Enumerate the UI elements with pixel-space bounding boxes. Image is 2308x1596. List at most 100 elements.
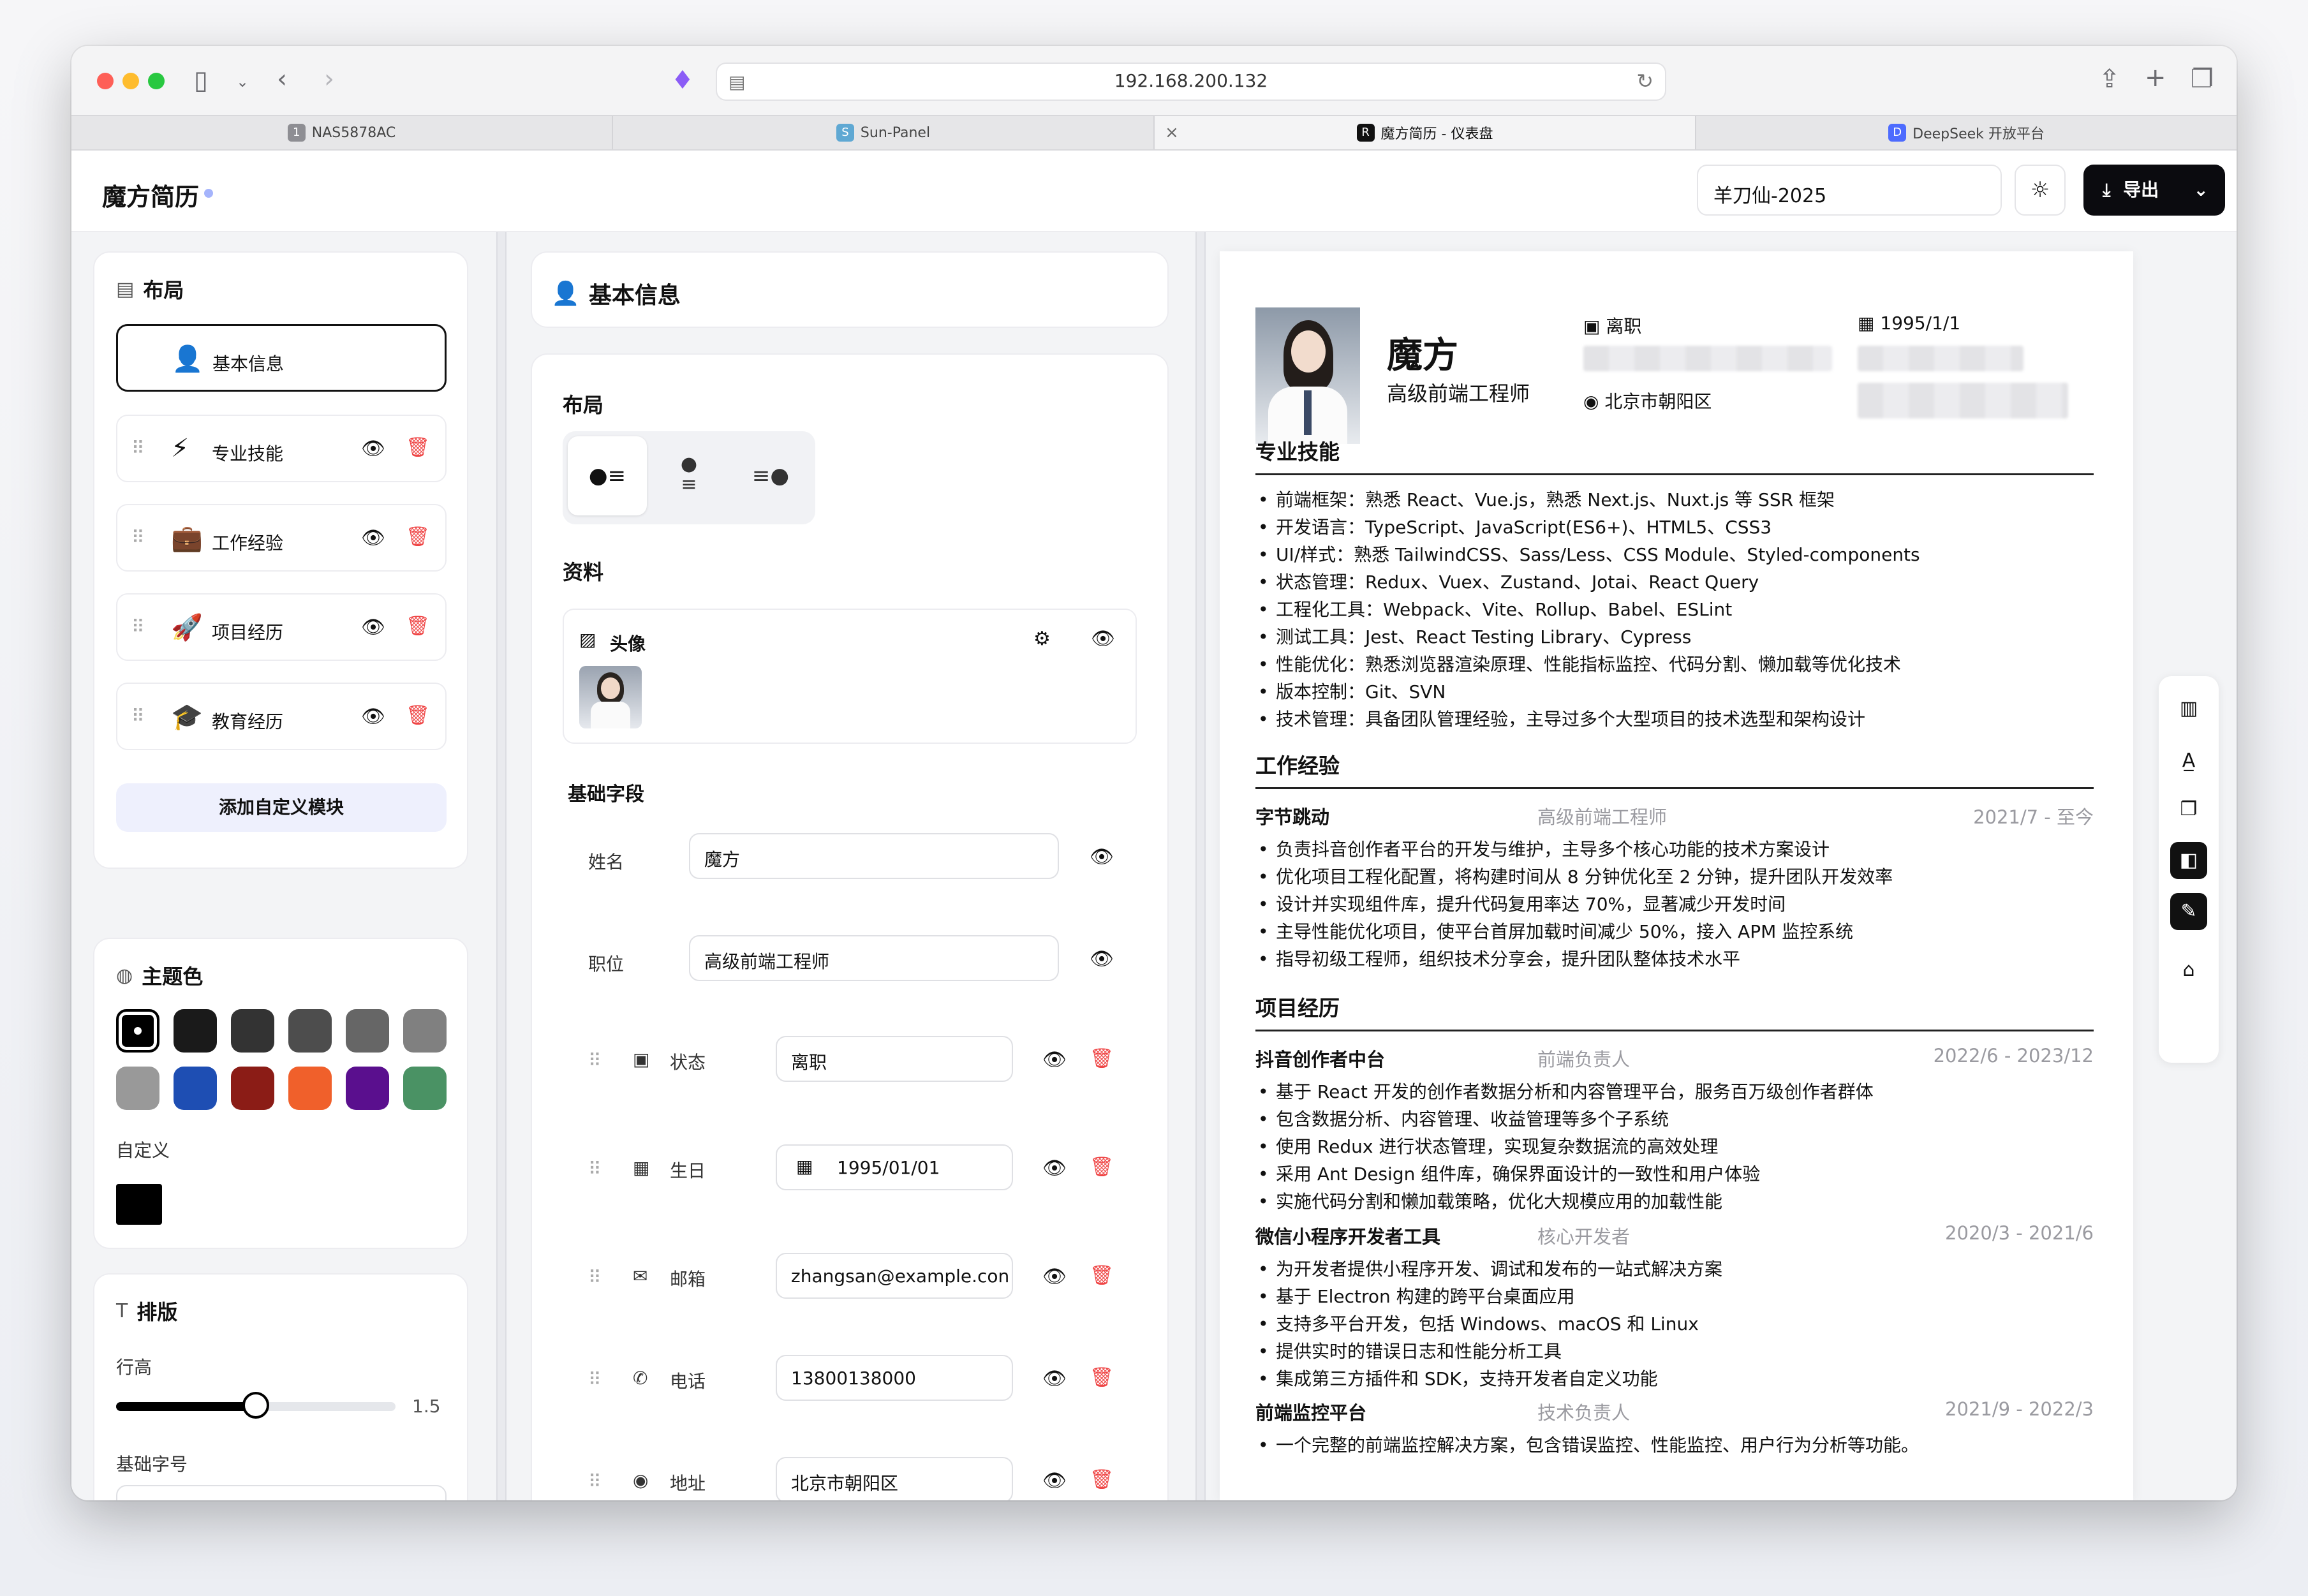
color-swatch[interactable] bbox=[174, 1067, 217, 1110]
tab-overview-icon[interactable]: ❐ bbox=[2191, 66, 2214, 92]
new-tab-icon[interactable]: + bbox=[2145, 65, 2166, 91]
field-input[interactable]: zhangsan@example.con bbox=[776, 1253, 1013, 1299]
project-role: 前端负责人 bbox=[1537, 1049, 1631, 1070]
trash-icon[interactable]: 🗑 bbox=[1090, 1366, 1114, 1389]
color-swatch[interactable] bbox=[116, 1067, 159, 1110]
layout-item-projects[interactable]: ⠿ 🚀 项目经历 👁 🗑 bbox=[116, 593, 447, 661]
eye-icon[interactable]: 👁 bbox=[1042, 1266, 1067, 1288]
avatar-thumbnail[interactable] bbox=[579, 666, 642, 728]
color-swatch[interactable] bbox=[346, 1067, 389, 1110]
export-button[interactable]: ⤓ 导出 ⌄ bbox=[2083, 165, 2225, 216]
sidebar-toggle-icon[interactable]: ▯ bbox=[194, 68, 208, 93]
font-size-select[interactable]: 16px ⌄ bbox=[116, 1485, 447, 1500]
eye-icon[interactable]: 👁 bbox=[361, 527, 385, 549]
field-input[interactable]: 离职 bbox=[776, 1036, 1013, 1082]
panel-resizer-right[interactable] bbox=[1195, 232, 1206, 1500]
reload-icon[interactable]: ↻ bbox=[1636, 69, 1653, 93]
drag-handle-icon[interactable]: ⠿ bbox=[588, 1050, 602, 1071]
toggle-panel-icon[interactable]: ◧ bbox=[2170, 842, 2207, 879]
trash-icon[interactable]: 🗑 bbox=[1090, 1047, 1114, 1070]
layout-item-basic-info[interactable]: 👤 基本信息 bbox=[116, 324, 447, 392]
eye-icon[interactable]: 👁 bbox=[361, 438, 385, 460]
eye-icon[interactable]: 👁 bbox=[1091, 628, 1115, 650]
theme-toggle-button[interactable]: ☼ bbox=[2015, 165, 2066, 216]
layout-item-skills[interactable]: ⠿ ⚡ 专业技能 👁 🗑 bbox=[116, 415, 447, 482]
eye-icon[interactable]: 👁 bbox=[1042, 1470, 1067, 1492]
eye-icon[interactable]: 👁 bbox=[1090, 846, 1114, 868]
drag-handle-icon[interactable]: ⠿ bbox=[588, 1471, 602, 1492]
eye-icon[interactable]: 👁 bbox=[361, 616, 385, 639]
home-icon[interactable]: ⌂ bbox=[2170, 952, 2207, 989]
typography-title: 排版 bbox=[137, 1300, 178, 1324]
drag-handle-icon[interactable]: ⠿ bbox=[588, 1158, 602, 1179]
resume-location-text: 北京市朝阳区 bbox=[1604, 391, 1712, 412]
chevron-down-icon[interactable]: ⌄ bbox=[236, 69, 249, 94]
slider-thumb[interactable] bbox=[242, 1392, 269, 1419]
app-title[interactable]: 魔方简历 bbox=[102, 177, 199, 212]
add-custom-module-button[interactable]: 添加自定义模块 bbox=[116, 783, 447, 832]
zoom-window-button[interactable] bbox=[148, 73, 165, 89]
custom-color-picker[interactable] bbox=[116, 1184, 162, 1225]
field-input[interactable]: 北京市朝阳区 bbox=[776, 1457, 1013, 1500]
calendar-icon: ▦ bbox=[796, 1156, 813, 1177]
tab-deepseek[interactable]: D DeepSeek 开放平台 bbox=[1696, 116, 2237, 149]
share-icon[interactable]: ⇪ bbox=[2099, 66, 2120, 92]
layout-item-education[interactable]: ⠿ 🎓 教育经历 👁 🗑 bbox=[116, 683, 447, 750]
layout-option-left[interactable]: ●≡ bbox=[568, 436, 647, 515]
color-swatch[interactable] bbox=[403, 1067, 447, 1110]
color-swatch[interactable] bbox=[174, 1009, 217, 1053]
layout-item-work[interactable]: ⠿ 💼 工作经验 👁 🗑 bbox=[116, 504, 447, 572]
tab-nas[interactable]: 1 NAS5878AC bbox=[71, 116, 613, 149]
close-window-button[interactable] bbox=[97, 73, 114, 89]
settings-sliders-icon[interactable]: ⚙ bbox=[1033, 628, 1051, 650]
trash-icon[interactable]: 🗑 bbox=[406, 526, 430, 548]
forward-icon[interactable]: › bbox=[324, 66, 334, 92]
export-label: 导出 bbox=[2123, 179, 2159, 200]
field-input[interactable]: 13800138000 bbox=[776, 1355, 1013, 1401]
address-bar[interactable]: ▤ 192.168.200.132 ↻ bbox=[717, 64, 1665, 100]
eye-icon[interactable]: 👁 bbox=[1042, 1157, 1067, 1179]
color-swatch[interactable] bbox=[231, 1009, 274, 1053]
drag-handle-icon[interactable]: ⠿ bbox=[588, 1369, 602, 1390]
trash-icon[interactable]: 🗑 bbox=[406, 704, 430, 727]
layout-option-center[interactable]: ● ≡ bbox=[649, 436, 729, 515]
color-swatch[interactable] bbox=[346, 1009, 389, 1053]
color-swatch[interactable] bbox=[231, 1067, 274, 1110]
font-icon[interactable]: A̲ bbox=[2170, 743, 2207, 780]
back-icon[interactable]: ‹ bbox=[277, 66, 287, 92]
layout-option-right[interactable]: ≡● bbox=[731, 436, 810, 515]
color-swatch[interactable] bbox=[403, 1009, 447, 1053]
project-list: 一个完整的前端监控解决方案，包含错误监控、性能监控、用户行为分析等功能。 bbox=[1255, 1431, 2094, 1459]
layout-subtitle: 布局 bbox=[563, 393, 604, 417]
eye-icon[interactable]: 👁 bbox=[361, 706, 385, 728]
minimize-window-button[interactable] bbox=[122, 73, 139, 89]
trash-icon[interactable]: 🗑 bbox=[406, 615, 430, 637]
color-swatch[interactable] bbox=[288, 1009, 332, 1053]
tab-resume-dashboard[interactable]: × R 魔方简历 - 仪表盘 bbox=[1155, 116, 1696, 149]
drag-handle-icon[interactable]: ⠿ bbox=[131, 616, 144, 637]
eye-icon[interactable]: 👁 bbox=[1042, 1049, 1067, 1071]
close-tab-icon[interactable]: × bbox=[1165, 123, 1179, 142]
trash-icon[interactable]: 🗑 bbox=[1090, 1264, 1114, 1287]
extension-icon[interactable]: ♦ bbox=[671, 68, 694, 93]
drag-handle-icon[interactable]: ⠿ bbox=[588, 1267, 602, 1288]
color-swatch[interactable] bbox=[116, 1009, 159, 1053]
color-swatch[interactable] bbox=[288, 1067, 332, 1110]
panel-resizer[interactable] bbox=[496, 232, 507, 1500]
eye-icon[interactable]: 👁 bbox=[1090, 948, 1114, 970]
layout-panel-icon[interactable]: ▥ bbox=[2170, 690, 2207, 727]
name-input[interactable]: 魔方 bbox=[689, 833, 1059, 879]
drag-handle-icon[interactable]: ⠿ bbox=[131, 527, 144, 548]
drag-handle-icon[interactable]: ⠿ bbox=[131, 706, 144, 727]
trash-icon[interactable]: 🗑 bbox=[1090, 1468, 1114, 1491]
edit-pencil-icon[interactable]: ✎ bbox=[2170, 893, 2207, 930]
resume-name-input[interactable]: 羊刀仙-2025 bbox=[1697, 165, 2002, 216]
position-input[interactable]: 高级前端工程师 bbox=[689, 935, 1059, 981]
trash-icon[interactable]: 🗑 bbox=[1090, 1156, 1114, 1178]
drag-handle-icon[interactable]: ⠿ bbox=[131, 438, 144, 459]
trash-icon[interactable]: 🗑 bbox=[406, 436, 430, 459]
eye-icon[interactable]: 👁 bbox=[1042, 1368, 1067, 1390]
tab-sun-panel[interactable]: S Sun-Panel bbox=[613, 116, 1155, 149]
copy-icon[interactable]: ❐ bbox=[2170, 791, 2207, 828]
line-height-slider[interactable] bbox=[116, 1392, 396, 1419]
